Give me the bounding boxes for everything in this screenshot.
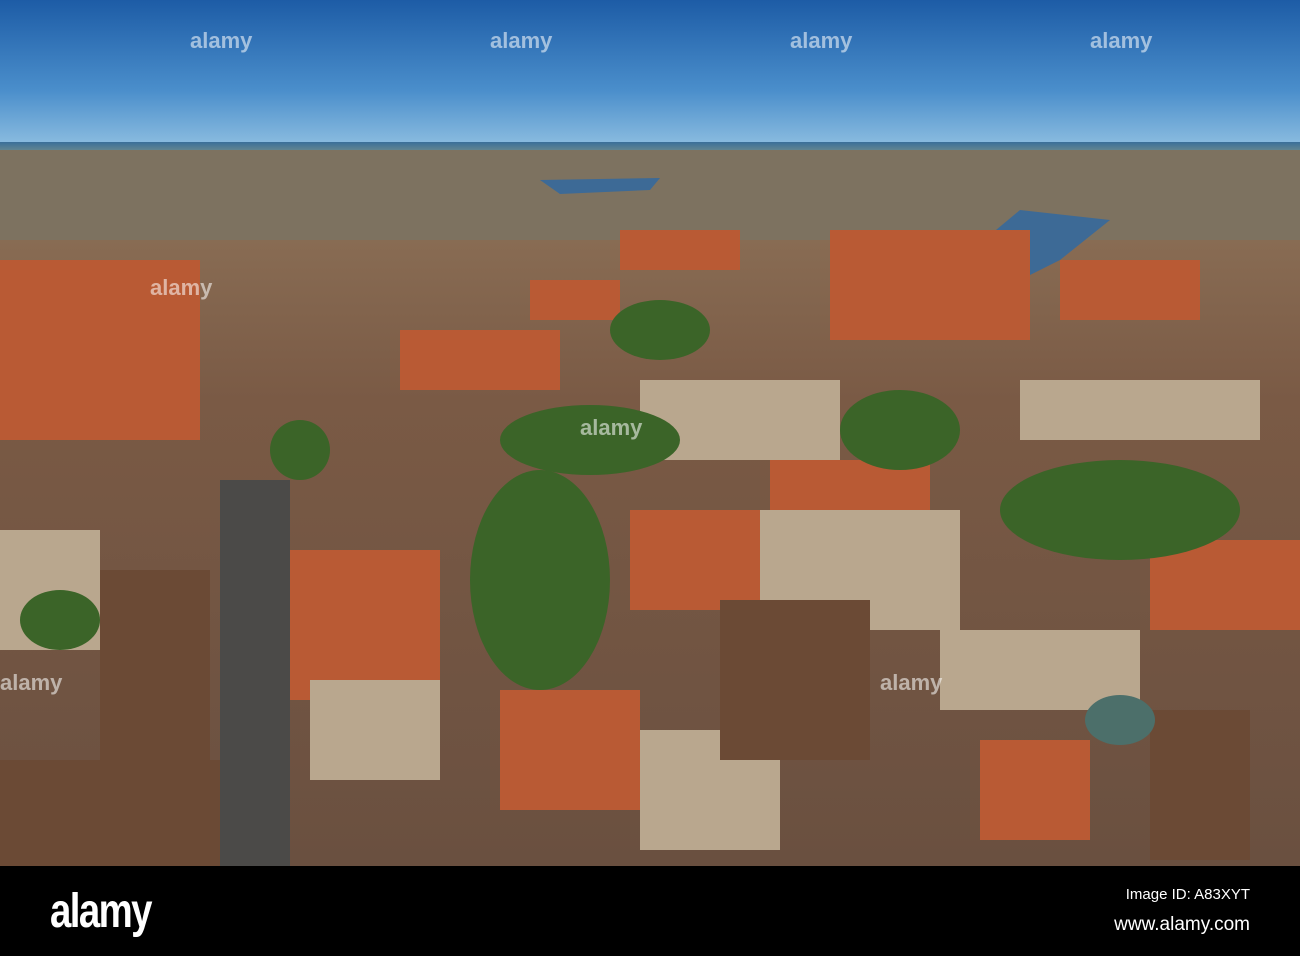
watermark: alamy [490,28,553,53]
site-url: www.alamy.com [1114,914,1250,935]
sky [0,0,1300,146]
street [220,480,290,866]
watermark: alamy [1090,28,1153,53]
city-scene [0,150,1300,866]
alamy-logo: alamy [50,885,152,938]
watermark: alamy [580,415,643,440]
city-aerial-photo: alamy alamy alamy alamy alamy alamy alam… [0,0,1300,866]
watermark: alamy [0,670,63,695]
watermark: alamy [150,275,213,300]
chapel-dome [1085,695,1155,745]
image-id: Image ID: A83XYT [1125,886,1250,903]
distant-city [0,150,1300,240]
watermark: alamy [790,28,853,53]
watermark: alamy [880,670,943,695]
footer-bar: alamy Image ID: A83XYT www.alamy.com [0,866,1300,956]
watermark: alamy [190,28,253,53]
